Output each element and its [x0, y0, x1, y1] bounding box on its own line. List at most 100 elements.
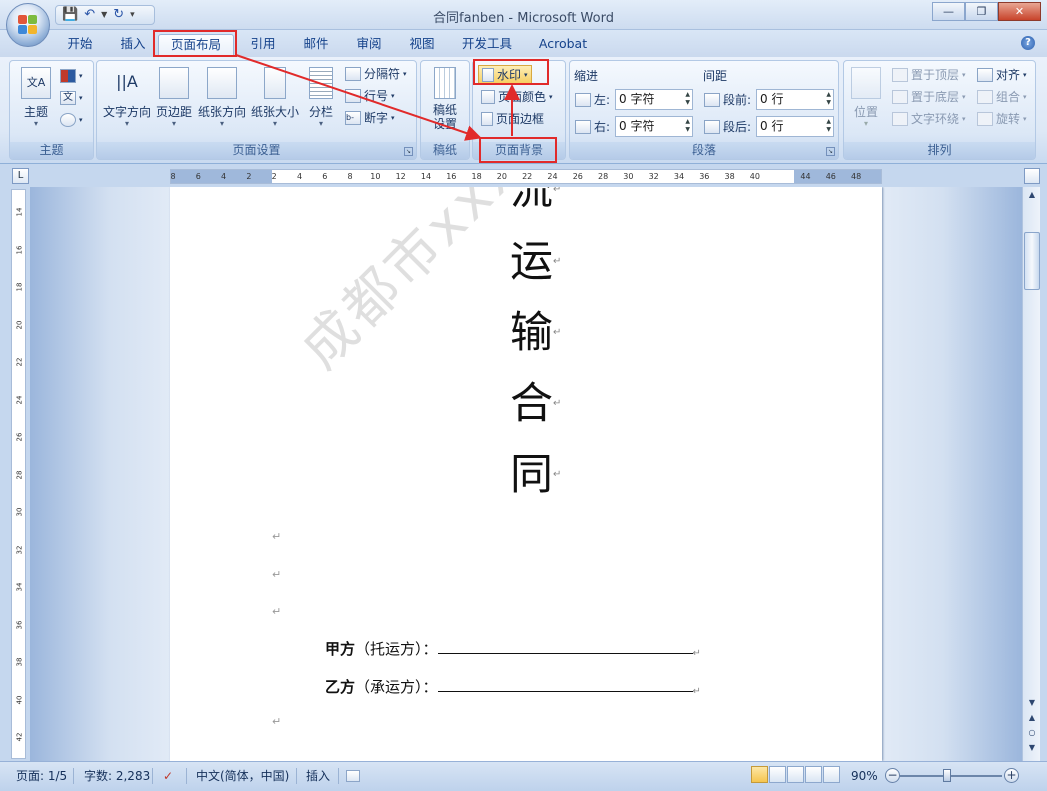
- margins-button[interactable]: 页边距 ▾: [152, 65, 196, 128]
- tab-acrobat[interactable]: Acrobat: [530, 34, 596, 57]
- spinner-icon[interactable]: ▲ ▼: [826, 91, 831, 107]
- minimize-icon[interactable]: —: [932, 2, 965, 21]
- close-icon[interactable]: ✕: [998, 2, 1041, 21]
- themes-icon: 文A: [21, 67, 51, 99]
- vertical-ruler[interactable]: 14 16 18 20 22 24 26 28 30 32 34 36 38 40 42: [11, 189, 26, 759]
- spinner-icon[interactable]: ▲ ▼: [685, 118, 690, 134]
- title-char-1: 流↵: [510, 187, 561, 215]
- tab-review[interactable]: 审阅: [346, 34, 392, 57]
- position-icon: [851, 67, 881, 99]
- text-direction-button[interactable]: ||A 文字方向 ▾: [99, 65, 155, 128]
- tab-home[interactable]: 开始: [58, 34, 102, 57]
- browse-object-icon[interactable]: ○: [1024, 726, 1040, 740]
- spacing-before-input[interactable]: 0 行 ▲ ▼: [756, 89, 834, 110]
- indent-left-input[interactable]: 0 字符 ▲ ▼: [615, 89, 693, 110]
- restore-icon[interactable]: ❐: [965, 2, 998, 21]
- draft-paper-icon: [434, 67, 456, 99]
- previous-page-icon[interactable]: ▲: [1024, 711, 1040, 725]
- tab-view[interactable]: 视图: [399, 34, 445, 57]
- send-back-icon: [892, 89, 908, 104]
- draft-view-icon[interactable]: [823, 766, 840, 783]
- tab-selector-icon[interactable]: L: [12, 168, 29, 184]
- line-numbers-button[interactable]: 行号 ▾: [345, 86, 395, 105]
- align-button[interactable]: 对齐 ▾: [977, 65, 1027, 84]
- theme-effects-button[interactable]: ▾: [60, 110, 83, 129]
- orientation-button[interactable]: 纸张方向 ▾: [196, 65, 248, 128]
- indent-right-input[interactable]: 0 字符 ▲ ▼: [615, 116, 693, 137]
- spacing-after-input[interactable]: 0 行 ▲ ▼: [756, 116, 834, 137]
- full-screen-reading-icon[interactable]: [769, 766, 786, 783]
- dialog-launcher-icon[interactable]: ↘: [826, 147, 835, 156]
- spacing-title: 间距: [703, 69, 728, 83]
- party-b-blank[interactable]: [437, 680, 693, 692]
- outline-view-icon[interactable]: [805, 766, 822, 783]
- send-back-button[interactable]: 置于底层 ▾: [892, 87, 966, 106]
- indent-right-icon: [575, 119, 591, 134]
- spinner-icon[interactable]: ▲ ▼: [685, 91, 690, 107]
- ruler-tick-label: 24: [547, 172, 558, 181]
- ruler-tick-label: 28: [15, 470, 24, 479]
- tab-references[interactable]: 引用: [240, 34, 286, 57]
- paragraph-mark-icon: ↵: [692, 686, 701, 697]
- paragraph-mark-icon: ↵: [553, 327, 562, 338]
- office-button[interactable]: [6, 3, 50, 47]
- tab-developer[interactable]: 开发工具: [452, 34, 522, 57]
- print-layout-icon[interactable]: [751, 766, 768, 783]
- page-count[interactable]: 页面: 1/5: [16, 767, 67, 785]
- web-layout-icon[interactable]: [787, 766, 804, 783]
- draft-paper-button[interactable]: 稿纸 设置: [421, 65, 469, 131]
- zoom-in-icon[interactable]: +: [1004, 768, 1019, 783]
- indent-left-icon: [575, 92, 591, 107]
- text-wrap-icon: [892, 111, 908, 126]
- columns-button[interactable]: 分栏 ▾: [301, 65, 341, 128]
- next-page-icon[interactable]: ▼: [1024, 741, 1040, 755]
- position-button[interactable]: 位置 ▾: [844, 65, 888, 128]
- themes-label: 主题: [23, 105, 48, 119]
- horizontal-ruler[interactable]: 8 6 4 2 2 4 6 8 10 12 14 16 18 20 22 24 26 28 30 32 34 36 38 40…: [170, 169, 882, 184]
- vertical-scrollbar[interactable]: ▲ ▼ ▲ ○ ▼: [1022, 187, 1040, 761]
- party-b-role: （承运方）：: [355, 678, 438, 696]
- align-label: 对齐: [996, 68, 1021, 82]
- help-icon[interactable]: ?: [1021, 36, 1035, 50]
- scroll-down-icon[interactable]: ▼: [1024, 696, 1040, 710]
- hyphenation-button[interactable]: b- 断字 ▾: [345, 108, 395, 127]
- scroll-thumb[interactable]: [1024, 232, 1040, 290]
- party-a-blank[interactable]: [437, 642, 693, 654]
- zoom-out-icon[interactable]: −: [885, 768, 900, 783]
- page-color-button[interactable]: 页面颜色 ▾: [481, 87, 553, 106]
- theme-colors-button[interactable]: ▾: [60, 66, 83, 85]
- zoom-slider-thumb[interactable]: [943, 769, 951, 782]
- document-page[interactable]: 成都市xxxx有限责任公司 流↵ 运↵ 输↵ 合↵ 同↵ ↵ ↵ ↵ 甲方（托运…: [170, 187, 882, 761]
- language[interactable]: 中文(简体，中国): [196, 767, 289, 785]
- proofing-icon[interactable]: ✓: [163, 767, 173, 785]
- zoom-level[interactable]: 90%: [851, 767, 878, 785]
- title-bar: 💾 ↶ ▼ ↻ ▾ 合同fanben - Microsoft Word — ❐ …: [0, 0, 1047, 47]
- paragraph-mark-icon: ↵: [272, 715, 282, 728]
- size-button[interactable]: 纸张大小 ▾: [248, 65, 302, 128]
- view-ruler-icon[interactable]: [1024, 168, 1040, 184]
- bring-front-button[interactable]: 置于顶层 ▾: [892, 65, 966, 84]
- zoom-slider[interactable]: [900, 775, 1002, 777]
- orientation-label: 纸张方向: [197, 105, 246, 119]
- macro-record-icon[interactable]: [346, 770, 360, 782]
- scroll-up-icon[interactable]: ▲: [1024, 188, 1040, 202]
- spinner-icon[interactable]: ▲ ▼: [826, 118, 831, 134]
- tab-insert[interactable]: 插入: [110, 34, 156, 57]
- theme-fonts-button[interactable]: 文 ▾: [60, 88, 83, 107]
- group-button[interactable]: 组合 ▾: [977, 87, 1027, 106]
- word-count[interactable]: 字数: 2,283: [84, 767, 150, 785]
- group-label-arrange: 排列: [844, 142, 1035, 159]
- title-char-5: 同↵: [510, 450, 561, 500]
- insert-mode[interactable]: 插入: [306, 767, 330, 785]
- themes-button[interactable]: 文A 主题 ▾: [12, 65, 60, 128]
- bring-front-label: 置于顶层: [911, 68, 960, 82]
- breaks-button[interactable]: 分隔符 ▾: [345, 64, 407, 83]
- rotate-button[interactable]: 旋转 ▾: [977, 109, 1027, 128]
- group-icon: [977, 89, 993, 104]
- text-wrap-button[interactable]: 文字环绕 ▾: [892, 109, 966, 128]
- tab-mailings[interactable]: 邮件: [293, 34, 339, 57]
- spacing-before-label: 段前:: [723, 93, 752, 107]
- dialog-launcher-icon[interactable]: ↘: [404, 147, 413, 156]
- indent-left-label: 左:: [594, 93, 611, 107]
- page-border-button[interactable]: 页面边框: [481, 109, 544, 128]
